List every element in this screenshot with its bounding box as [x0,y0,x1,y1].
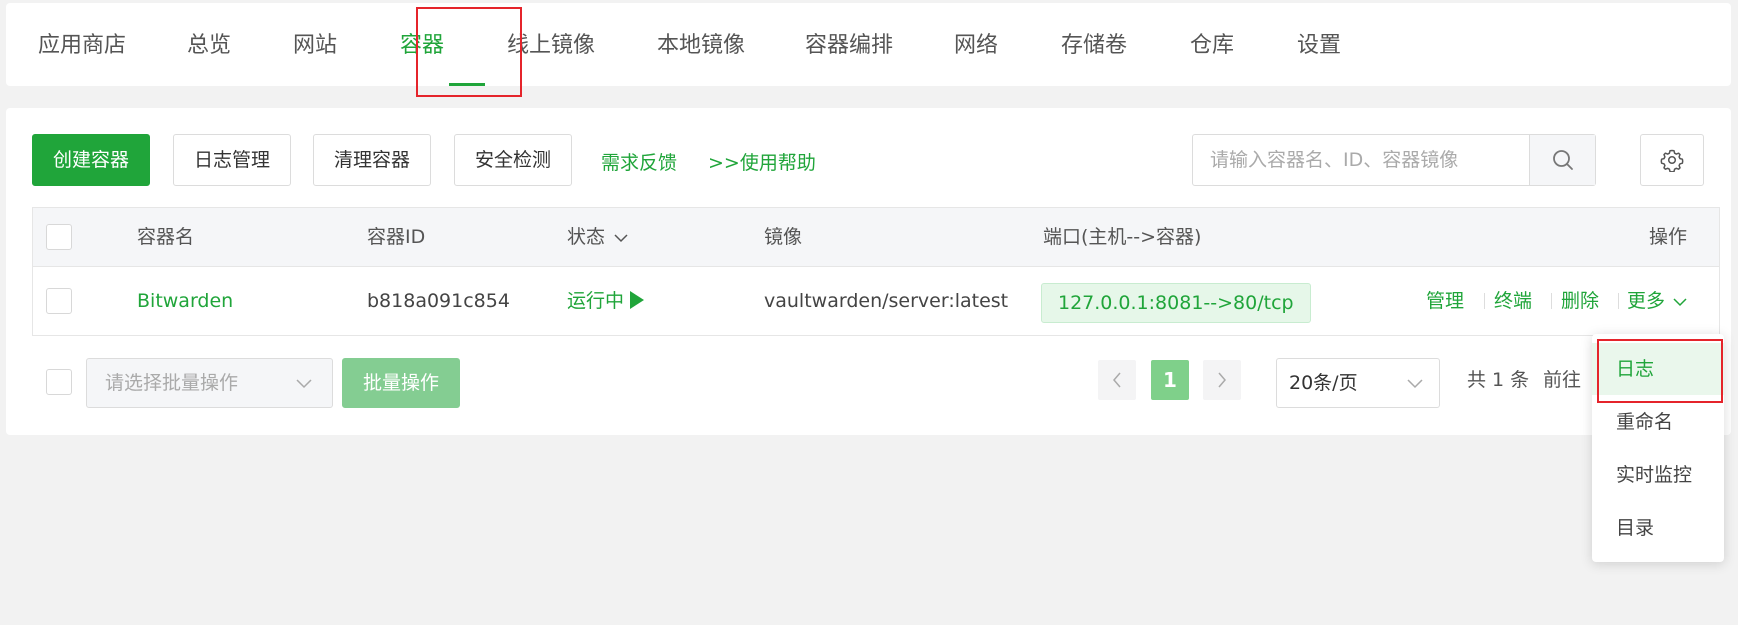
more-link[interactable]: 更多 [1627,267,1687,335]
tab-volumes[interactable]: 存储卷 [1061,3,1127,86]
container-status[interactable]: 运行中 [567,267,645,335]
chevron-right-icon [1218,372,1226,388]
header-actions: 操作 [1649,226,1688,248]
feedback-link[interactable]: 需求反馈 [601,148,677,175]
status-label: 运行中 [567,290,625,312]
help-link[interactable]: >>使用帮助 [708,148,816,175]
manage-link[interactable]: 管理 [1426,267,1464,335]
search-box [1192,134,1596,186]
tab-overview[interactable]: 总览 [187,3,231,86]
batch-action-select[interactable]: 请选择批量操作 [86,358,333,408]
page-number-button[interactable]: 1 [1151,360,1189,400]
next-page-button[interactable] [1203,360,1241,400]
chevron-down-icon [1673,298,1687,307]
header-name: 容器名 [137,226,195,248]
chevron-down-icon [296,379,312,389]
gear-icon [1660,149,1684,172]
security-check-button[interactable]: 安全检测 [454,134,573,186]
tab-online-images[interactable]: 线上镜像 [507,3,595,86]
column-settings-button[interactable] [1640,134,1704,186]
play-icon [630,291,645,309]
tab-registry[interactable]: 仓库 [1190,3,1234,86]
more-label: 更多 [1627,290,1666,312]
port-mapping-badge[interactable]: 127.0.0.1:8081-->80/tcp [1041,283,1311,323]
batch-select-placeholder: 请选择批量操作 [105,372,239,394]
header-status[interactable]: 状态 [567,208,628,267]
select-all-checkbox[interactable] [46,224,72,250]
page-size-select[interactable]: 20条/页 [1276,358,1440,408]
log-management-button[interactable]: 日志管理 [173,134,292,186]
more-dropdown-menu: 日志 重命名 实时监控 目录 [1592,334,1724,562]
top-nav: 应用商店 总览 网站 容器 线上镜像 本地镜像 容器编排 网络 存储卷 仓库 设… [6,3,1731,86]
container-image: vaultwarden/server:latest [764,290,1009,312]
menu-item-monitor[interactable]: 实时监控 [1592,449,1724,501]
header-status-label: 状态 [567,226,606,248]
batch-action-button[interactable]: 批量操作 [342,358,461,408]
batch-select-checkbox[interactable] [46,369,72,395]
container-id: b818a091c854 [367,290,510,312]
header-image: 镜像 [764,226,803,248]
menu-item-logs[interactable]: 日志 [1592,343,1724,395]
row-checkbox[interactable] [46,288,72,314]
action-divider [1484,293,1485,309]
container-name-link[interactable]: Bitwarden [137,267,233,335]
tab-containers[interactable]: 容器 [400,3,444,86]
chevron-down-icon [614,234,628,243]
chevron-left-icon [1113,372,1121,388]
clean-containers-button[interactable]: 清理容器 [313,134,432,186]
tab-network[interactable]: 网络 [954,3,998,86]
goto-label: 前往 [1543,369,1582,391]
table-row: Bitwarden b818a091c854 运行中 vaultwarden/s… [33,267,1719,335]
menu-item-directory[interactable]: 目录 [1592,502,1724,554]
table-header: 容器名 容器ID 状态 镜像 端口(主机-->容器) 操作 [33,208,1719,267]
header-ports: 端口(主机-->容器) [1043,226,1202,248]
tab-local-images[interactable]: 本地镜像 [657,3,745,86]
action-divider [1551,293,1552,309]
search-input[interactable] [1193,135,1555,185]
container-table: 容器名 容器ID 状态 镜像 端口(主机-->容器) 操作 Bitwarden … [32,207,1720,336]
tab-websites[interactable]: 网站 [293,3,337,86]
create-container-button[interactable]: 创建容器 [32,134,151,186]
search-button[interactable] [1529,135,1595,185]
header-id: 容器ID [367,226,426,248]
tab-app-store[interactable]: 应用商店 [38,3,126,86]
tab-settings[interactable]: 设置 [1297,3,1341,86]
tab-compose[interactable]: 容器编排 [805,3,893,86]
action-divider [1618,293,1619,309]
chevron-down-icon [1407,379,1423,389]
search-icon [1552,150,1573,170]
menu-item-rename[interactable]: 重命名 [1592,396,1724,448]
delete-link[interactable]: 删除 [1561,267,1599,335]
page-size-value: 20条/页 [1289,372,1358,394]
terminal-link[interactable]: 终端 [1494,267,1532,335]
total-count: 共 1 条 [1467,369,1530,391]
prev-page-button[interactable] [1098,360,1136,400]
active-tab-indicator [449,83,485,86]
